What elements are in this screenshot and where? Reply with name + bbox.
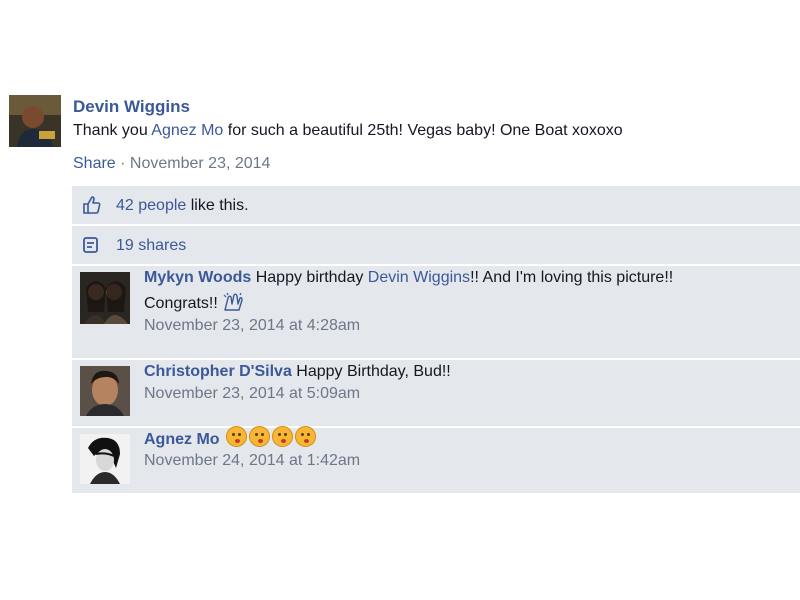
likes-count-link[interactable]: 42 people xyxy=(116,197,186,214)
likes-summary: 42 people like this. xyxy=(116,197,249,215)
comment-item: Christopher D'Silva Happy Birthday, Bud!… xyxy=(72,360,800,426)
comment-text-line2: Congrats!! xyxy=(144,295,218,312)
tagged-person-link[interactable]: Devin Wiggins xyxy=(368,269,470,286)
post-meta: Share · November 23, 2014 xyxy=(73,155,270,173)
commenter-avatar[interactable] xyxy=(80,366,130,416)
author-avatar[interactable] xyxy=(9,95,61,147)
commenter-avatar[interactable] xyxy=(80,434,130,484)
kissing-face-emoji-icon xyxy=(272,426,293,447)
commenter-name[interactable]: Christopher D'Silva xyxy=(144,363,292,380)
comment-text-suffix: !! And I'm loving this picture!! xyxy=(470,269,674,286)
commenter-name[interactable]: Mykyn Woods xyxy=(144,269,251,286)
post-author-name[interactable]: Devin Wiggins xyxy=(73,97,190,117)
kissing-face-emoji-icon xyxy=(249,426,270,447)
comment-timestamp[interactable]: November 23, 2014 at 5:09am xyxy=(144,385,360,403)
comment-item: Mykyn Woods Happy birthday Devin Wiggins… xyxy=(72,266,800,358)
comment-timestamp[interactable]: November 23, 2014 at 4:28am xyxy=(144,317,360,335)
hands-emoji-icon xyxy=(222,292,244,312)
commenter-avatar[interactable] xyxy=(80,272,130,324)
comment-body: Mykyn Woods Happy birthday Devin Wiggins… xyxy=(144,265,794,317)
likes-suffix: like this. xyxy=(186,197,249,214)
comment-item: Agnez Mo November 24, 2014 at 1:42am xyxy=(72,426,800,493)
shares-count-link[interactable]: 19 shares xyxy=(116,237,186,255)
kissing-face-emoji-icon xyxy=(226,426,247,447)
feedback-section: 42 people like this. 19 shares Mykyn Woo… xyxy=(72,186,800,493)
kissing-face-emoji-icon xyxy=(295,426,316,447)
comment-body: Agnez Mo xyxy=(144,426,794,453)
likes-row: 42 people like this. xyxy=(72,186,800,224)
share-icon xyxy=(82,236,100,254)
post-text: Thank you Agnez Mo for such a beautiful … xyxy=(73,122,623,140)
share-link[interactable]: Share xyxy=(73,155,116,172)
comment-body: Christopher D'Silva Happy Birthday, Bud!… xyxy=(144,359,794,385)
thumbs-up-icon xyxy=(82,195,102,215)
commenter-name[interactable]: Agnez Mo xyxy=(144,431,220,448)
post-text-suffix: for such a beautiful 25th! Vegas baby! O… xyxy=(223,122,623,139)
post-date[interactable]: November 23, 2014 xyxy=(130,155,271,172)
tagged-person-link[interactable]: Agnez Mo xyxy=(151,122,223,139)
comment-text-prefix: Happy birthday xyxy=(251,269,368,286)
facebook-post: Devin Wiggins Thank you Agnez Mo for suc… xyxy=(0,0,800,600)
meta-separator: · xyxy=(115,155,130,172)
shares-row: 19 shares xyxy=(72,226,800,264)
comment-text: Happy Birthday, Bud!! xyxy=(291,363,451,380)
post-text-prefix: Thank you xyxy=(73,122,152,139)
comment-timestamp[interactable]: November 24, 2014 at 1:42am xyxy=(144,452,360,470)
